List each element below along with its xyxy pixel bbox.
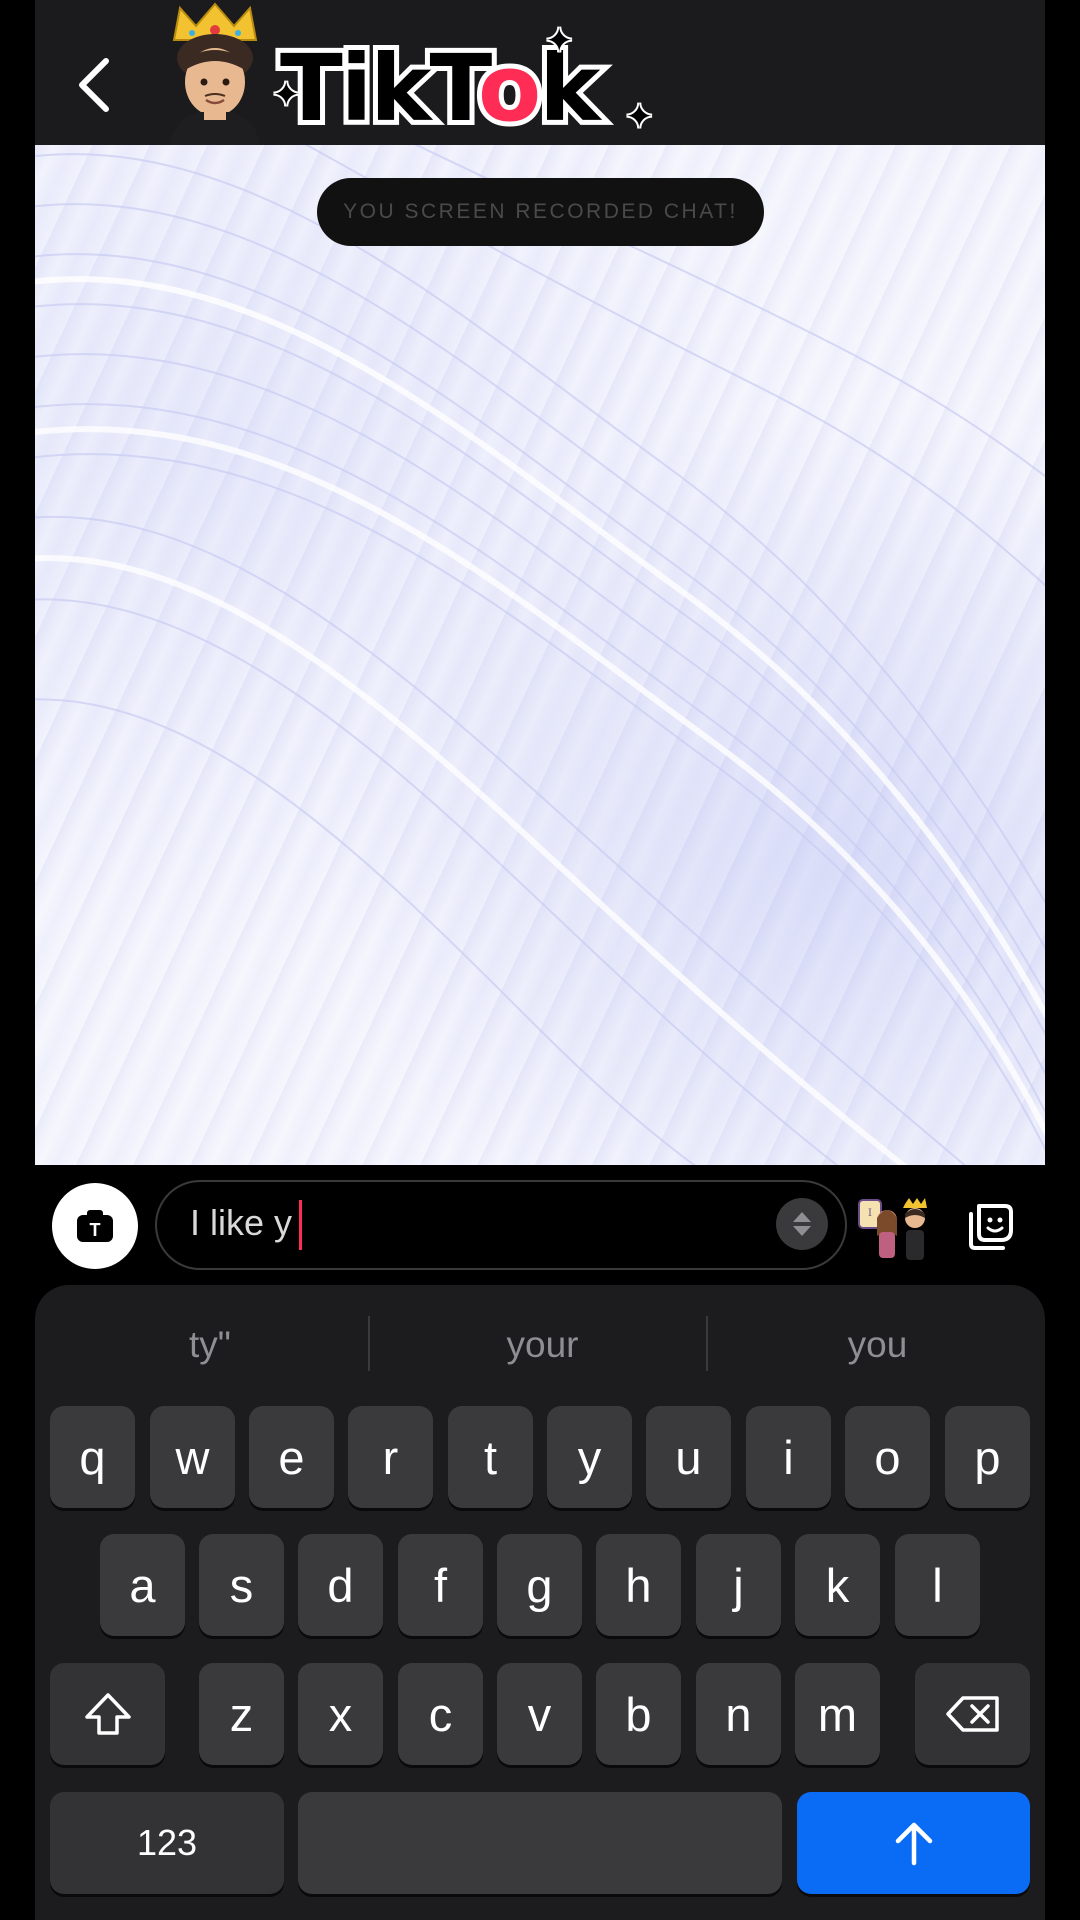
key-q[interactable]: q bbox=[50, 1406, 135, 1508]
key-n[interactable]: n bbox=[696, 1663, 781, 1765]
send-button[interactable] bbox=[797, 1792, 1030, 1894]
key-v[interactable]: v bbox=[497, 1663, 582, 1765]
back-chevron-icon[interactable] bbox=[70, 55, 118, 115]
up-down-stepper-icon[interactable] bbox=[776, 1198, 828, 1250]
message-input-value: I like y bbox=[190, 1202, 293, 1243]
key-l[interactable]: l bbox=[895, 1534, 980, 1636]
numbers-key[interactable]: 123 bbox=[50, 1792, 284, 1894]
screen-recorded-banner: YOU SCREEN RECORDED CHAT! bbox=[317, 178, 764, 246]
suggestion-3[interactable]: you bbox=[725, 1315, 1030, 1375]
key-r[interactable]: r bbox=[348, 1406, 433, 1508]
key-d[interactable]: d bbox=[298, 1534, 383, 1636]
key-b[interactable]: b bbox=[596, 1663, 681, 1765]
svg-text:T: T bbox=[90, 1220, 101, 1240]
chat-background bbox=[35, 145, 1045, 1165]
key-f[interactable]: f bbox=[398, 1534, 483, 1636]
backspace-icon bbox=[945, 1696, 999, 1732]
key-k[interactable]: k bbox=[795, 1534, 880, 1636]
camera-button[interactable]: T bbox=[52, 1183, 138, 1269]
sparkle-icon: ✦ bbox=[543, 20, 575, 62]
key-y[interactable]: y bbox=[547, 1406, 632, 1508]
key-p[interactable]: p bbox=[945, 1406, 1030, 1508]
sticker-icon[interactable] bbox=[963, 1200, 1017, 1254]
send-arrow-up-icon bbox=[895, 1822, 932, 1866]
key-u[interactable]: u bbox=[646, 1406, 731, 1508]
key-e[interactable]: e bbox=[249, 1406, 334, 1508]
camera-icon: T bbox=[77, 1210, 113, 1242]
suggestion-2[interactable]: your bbox=[390, 1315, 695, 1375]
sparkle-icon: ✦ bbox=[623, 96, 655, 138]
suggestion-1[interactable]: ty" bbox=[60, 1315, 360, 1375]
sparkle-icon: ✦ bbox=[270, 74, 302, 116]
svg-text:I: I bbox=[868, 1208, 872, 1219]
suggestion-divider bbox=[368, 1316, 370, 1371]
wordmark-red-letter: o bbox=[473, 30, 546, 147]
backspace-key[interactable] bbox=[915, 1663, 1030, 1765]
bitmoji-pair-icon[interactable]: I bbox=[857, 1196, 939, 1262]
wave-pattern bbox=[35, 145, 1045, 1165]
bitmoji-avatar[interactable] bbox=[160, 0, 270, 145]
tiktok-wordmark: TikTok ✦ ✦ ✦ bbox=[270, 20, 660, 155]
key-h[interactable]: h bbox=[596, 1534, 681, 1636]
text-caret bbox=[299, 1200, 302, 1250]
key-i[interactable]: i bbox=[746, 1406, 831, 1508]
shift-arrow-icon bbox=[84, 1693, 131, 1735]
key-x[interactable]: x bbox=[298, 1663, 383, 1765]
space-bar[interactable] bbox=[298, 1792, 782, 1894]
key-o[interactable]: o bbox=[845, 1406, 930, 1508]
key-c[interactable]: c bbox=[398, 1663, 483, 1765]
key-t[interactable]: t bbox=[448, 1406, 533, 1508]
key-a[interactable]: a bbox=[100, 1534, 185, 1636]
key-g[interactable]: g bbox=[497, 1534, 582, 1636]
key-j[interactable]: j bbox=[696, 1534, 781, 1636]
shift-key[interactable] bbox=[50, 1663, 165, 1765]
key-z[interactable]: z bbox=[199, 1663, 284, 1765]
key-m[interactable]: m bbox=[795, 1663, 880, 1765]
key-w[interactable]: w bbox=[150, 1406, 235, 1508]
suggestion-divider bbox=[706, 1316, 708, 1371]
key-s[interactable]: s bbox=[199, 1534, 284, 1636]
